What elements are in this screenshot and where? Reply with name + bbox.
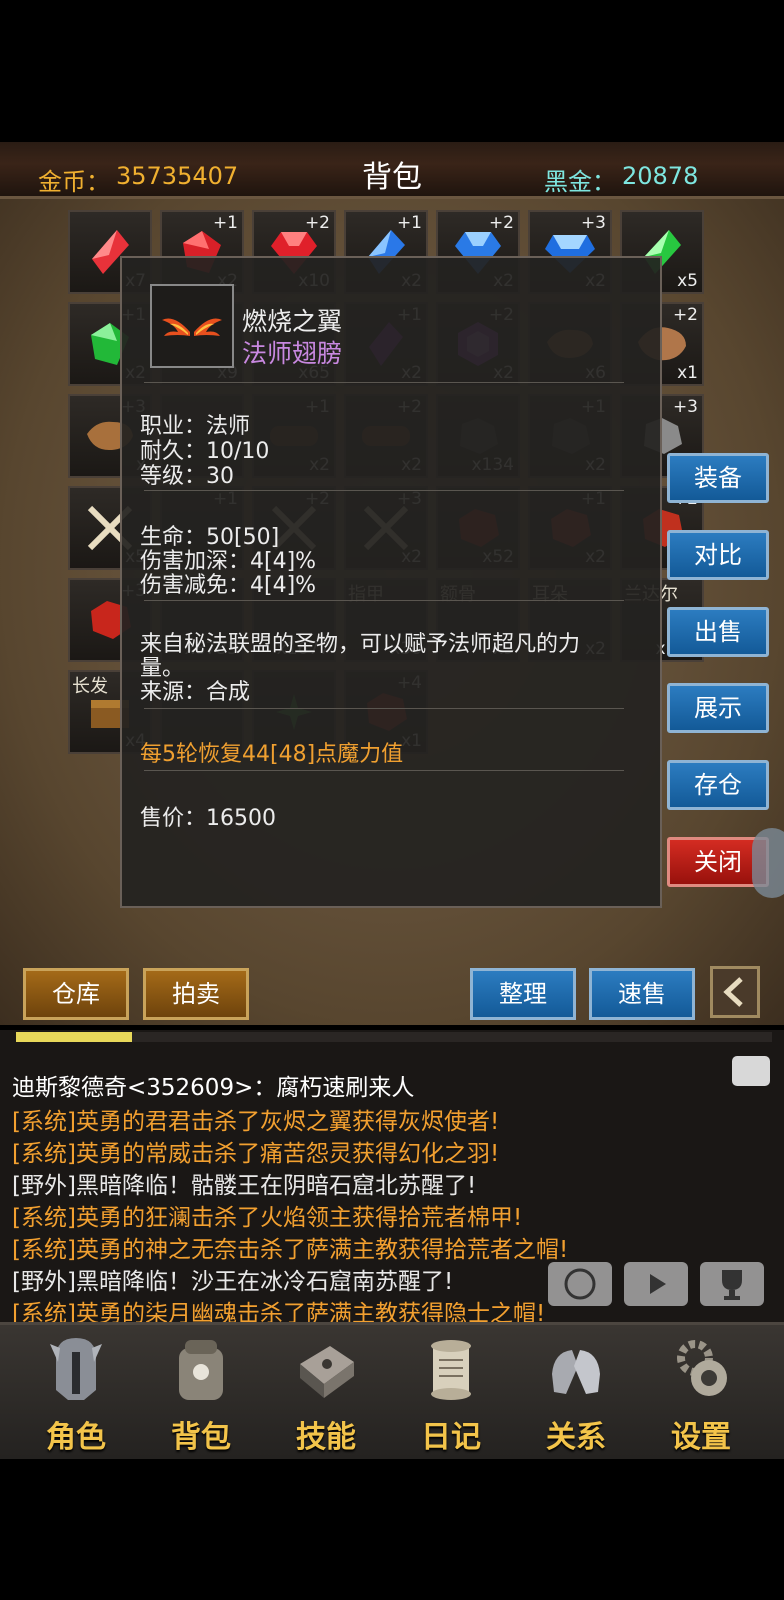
store-button[interactable]: 存仓 (667, 760, 769, 810)
chat-panel[interactable]: 迪斯黎德奇<352609>：腐朽速刷来人 [系统]英勇的君君击杀了灰烬之翼获得灰… (0, 1030, 784, 1327)
item-effect: 每5轮恢复44[48]点魔力值 (140, 742, 404, 767)
item-level: 等级：30 (140, 464, 234, 489)
helmet-icon (50, 1338, 102, 1400)
gauntlets-icon (552, 1350, 600, 1394)
back-button[interactable] (710, 966, 760, 1018)
item-description: 来自秘法联盟的圣物，可以赋予法师超凡的力 (140, 632, 581, 657)
chat-tab-indicator (16, 1032, 132, 1042)
item-enhance-level: +3 (580, 213, 606, 233)
quick-sell-button[interactable]: 速售 (589, 968, 695, 1020)
divider (144, 600, 624, 601)
chat-line: [系统]英勇的君君击杀了灰烬之翼获得灰烬使者! (12, 1109, 500, 1135)
black-gold-label: 黑金： (544, 168, 616, 196)
chat-line: [野外]黑暗降临！沙王在冰冷石窟南苏醒了! (12, 1269, 454, 1295)
nav-diary[interactable]: 日记 (396, 1330, 506, 1455)
chat-tab-bar (132, 1032, 772, 1042)
item-icon-frame (150, 284, 234, 368)
chat-line: [系统]英勇的常威击杀了痛苦怨灵获得幻化之羽! (12, 1141, 500, 1167)
item-source: 来源：合成 (140, 680, 251, 705)
item-subtype: 法师翅膀 (242, 339, 343, 368)
item-enhance-level: +2 (488, 213, 514, 233)
item-count: x5 (677, 271, 698, 291)
divider (144, 382, 624, 383)
item-stat-damage-reduce: 伤害减免：4[4]% (140, 573, 317, 598)
play-button[interactable] (624, 1262, 688, 1306)
nav-label: 关系 (546, 1420, 606, 1455)
chat-bubble-icon[interactable] (732, 1056, 770, 1086)
chat-line: [系统]英勇的神之无奈击杀了萨满主教获得拾荒者之帽! (12, 1237, 569, 1263)
nav-label: 日记 (421, 1420, 481, 1455)
nav-label: 设置 (671, 1420, 731, 1455)
equip-button[interactable]: 装备 (667, 453, 769, 503)
nav-label: 背包 (171, 1420, 231, 1455)
compass-icon (564, 1268, 596, 1300)
black-gold-value: 20878 (622, 162, 699, 190)
item-enhance-level: +1 (396, 213, 422, 233)
item-enhance-level: +1 (212, 213, 238, 233)
divider (144, 708, 624, 709)
item-enhance-level: +2 (304, 213, 330, 233)
play-icon (650, 1274, 666, 1294)
show-button[interactable]: 展示 (667, 683, 769, 733)
trophy-icon (722, 1270, 742, 1300)
item-name: 长发 (72, 676, 108, 697)
fire-wings-icon (162, 318, 222, 336)
compare-button[interactable]: 对比 (667, 530, 769, 580)
warehouse-button[interactable]: 仓库 (23, 968, 129, 1020)
divider (144, 490, 624, 491)
item-tooltip: 燃烧之翼 法师翅膀 职业：法师 耐久：10/10 等级：30 生命：50[50]… (120, 256, 662, 908)
nav-bag[interactable]: 背包 (146, 1330, 256, 1455)
divider (144, 770, 624, 771)
item-enhance-level: +3 (672, 397, 698, 417)
compass-button[interactable] (548, 1262, 612, 1306)
item-count: x1 (677, 363, 698, 383)
nav-role[interactable]: 角色 (21, 1330, 131, 1455)
backpack-icon (179, 1340, 223, 1400)
gear-icon (677, 1340, 727, 1396)
nav-label: 技能 (296, 1420, 356, 1455)
nav-label: 角色 (46, 1420, 106, 1455)
item-price: 售价：16500 (140, 806, 276, 831)
nav-relation[interactable]: 关系 (521, 1330, 631, 1455)
chat-player-message: 迪斯黎德奇<352609>：腐朽速刷来人 (12, 1075, 415, 1101)
floating-assist-ball[interactable] (752, 828, 784, 898)
spellbook-icon (300, 1346, 354, 1398)
nav-skill[interactable]: 技能 (271, 1330, 381, 1455)
item-name: 燃烧之翼 (242, 307, 343, 336)
trophy-button[interactable] (700, 1262, 764, 1306)
chat-line: [野外]黑暗降临！骷髅王在阴暗石窟北苏醒了! (12, 1173, 477, 1199)
chevron-left-icon (723, 977, 743, 1007)
chat-line: [系统]英勇的狂澜击杀了火焰领主获得拾荒者棉甲! (12, 1205, 523, 1231)
nav-settings[interactable]: 设置 (646, 1330, 756, 1455)
game-screen: 金币： 35735407 背包 黑金： 20878 x7 +1 x2 +2 x1… (0, 0, 784, 1600)
item-enhance-level: +2 (672, 305, 698, 325)
sell-button[interactable]: 出售 (667, 607, 769, 657)
auction-button[interactable]: 拍卖 (143, 968, 249, 1020)
sort-button[interactable]: 整理 (470, 968, 576, 1020)
scroll-icon (431, 1340, 471, 1400)
